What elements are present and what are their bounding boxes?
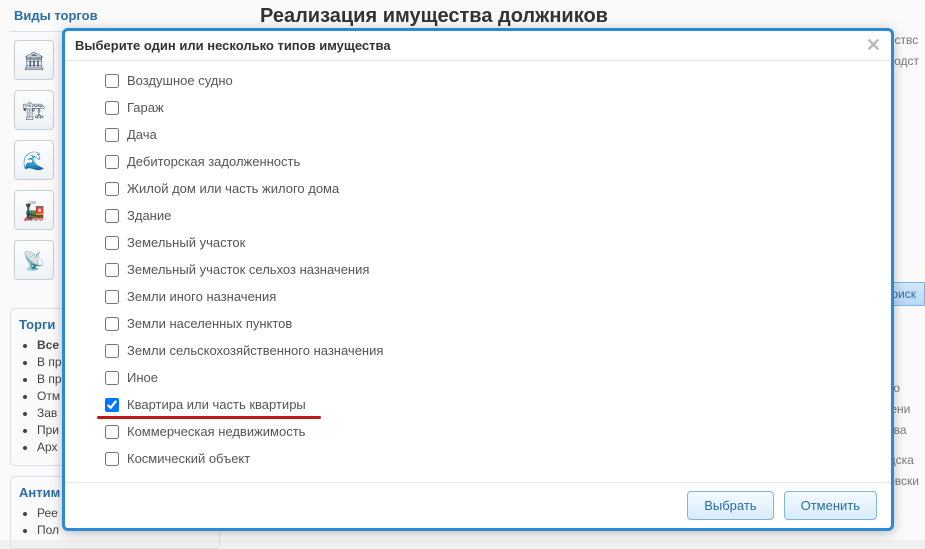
- property-type-checkbox[interactable]: [105, 290, 119, 304]
- property-type-row: Гараж: [105, 94, 861, 121]
- modal-footer: Выбрать Отменить: [65, 482, 891, 528]
- property-type-row: Космический объект: [105, 445, 861, 472]
- property-type-label[interactable]: Земли сельскохозяйственного назначения: [127, 343, 383, 358]
- property-type-row: Квартира или часть квартиры: [105, 391, 861, 418]
- property-type-checkbox[interactable]: [105, 74, 119, 88]
- property-type-label[interactable]: Здание: [127, 208, 171, 223]
- trade-type-icon[interactable]: 🏛: [14, 40, 54, 80]
- property-type-label[interactable]: Космический объект: [127, 451, 250, 466]
- property-type-label[interactable]: Коммерческая недвижимость: [127, 424, 305, 439]
- property-type-row: Дача: [105, 121, 861, 148]
- modal-body[interactable]: Воздушное судно Гараж Дача Дебиторская задо…: [65, 61, 891, 482]
- property-type-checkbox[interactable]: [105, 452, 119, 466]
- property-type-checkbox[interactable]: [105, 425, 119, 439]
- property-type-label[interactable]: Иное: [127, 370, 158, 385]
- page-title: Реализация имущества должников: [260, 5, 608, 28]
- property-type-row: Иное: [105, 364, 861, 391]
- property-type-row: Земли сельскохозяйственного назначения: [105, 337, 861, 364]
- property-type-row: Дебиторская задолженность: [105, 148, 861, 175]
- property-type-checkbox[interactable]: [105, 101, 119, 115]
- trade-type-icon[interactable]: 📡: [14, 240, 54, 280]
- trade-type-icon[interactable]: 🏗: [14, 90, 54, 130]
- cancel-button[interactable]: Отменить: [784, 491, 877, 520]
- property-type-checkbox[interactable]: [105, 371, 119, 385]
- property-type-modal: Выберите один или несколько типов имущес…: [62, 28, 894, 531]
- property-type-checkbox[interactable]: [105, 317, 119, 331]
- trade-type-icon[interactable]: 🚂: [14, 190, 54, 230]
- close-icon[interactable]: ✕: [866, 35, 881, 56]
- property-type-label[interactable]: Дача: [127, 127, 157, 142]
- property-type-checkbox[interactable]: [105, 182, 119, 196]
- modal-title: Выберите один или несколько типов имущес…: [75, 38, 391, 53]
- trade-type-icon[interactable]: 🌊: [14, 140, 54, 180]
- property-type-checkbox[interactable]: [105, 209, 119, 223]
- property-type-label[interactable]: Земельный участок: [127, 235, 245, 250]
- property-type-row: Земельный участок сельхоз назначения: [105, 256, 861, 283]
- property-type-row: Земли населенных пунктов: [105, 310, 861, 337]
- property-type-label[interactable]: Гараж: [127, 100, 164, 115]
- property-type-label[interactable]: Земли иного назначения: [127, 289, 276, 304]
- modal-header: Выберите один или несколько типов имущес…: [65, 31, 891, 61]
- property-type-row: Жилой дом или часть жилого дома: [105, 175, 861, 202]
- property-type-label[interactable]: Земельный участок сельхоз назначения: [127, 262, 369, 277]
- property-type-label[interactable]: Дебиторская задолженность: [127, 154, 300, 169]
- property-type-row: Коммерческая недвижимость: [105, 418, 861, 445]
- property-type-label[interactable]: Жилой дом или часть жилого дома: [127, 181, 339, 196]
- property-type-row: Земли иного назначения: [105, 283, 861, 310]
- property-type-checkbox[interactable]: [105, 155, 119, 169]
- property-type-row: Воздушное судно: [105, 67, 861, 94]
- property-type-label[interactable]: Земли населенных пунктов: [127, 316, 292, 331]
- property-type-checkbox[interactable]: [105, 398, 119, 412]
- property-type-checkbox[interactable]: [105, 263, 119, 277]
- select-button[interactable]: Выбрать: [687, 491, 773, 520]
- property-type-row: Здание: [105, 202, 861, 229]
- property-type-row: Земельный участок: [105, 229, 861, 256]
- property-type-label[interactable]: Воздушное судно: [127, 73, 233, 88]
- property-type-checkbox[interactable]: [105, 128, 119, 142]
- property-type-label[interactable]: Квартира или часть квартиры: [127, 397, 306, 412]
- property-type-checkbox[interactable]: [105, 344, 119, 358]
- property-type-checkbox[interactable]: [105, 236, 119, 250]
